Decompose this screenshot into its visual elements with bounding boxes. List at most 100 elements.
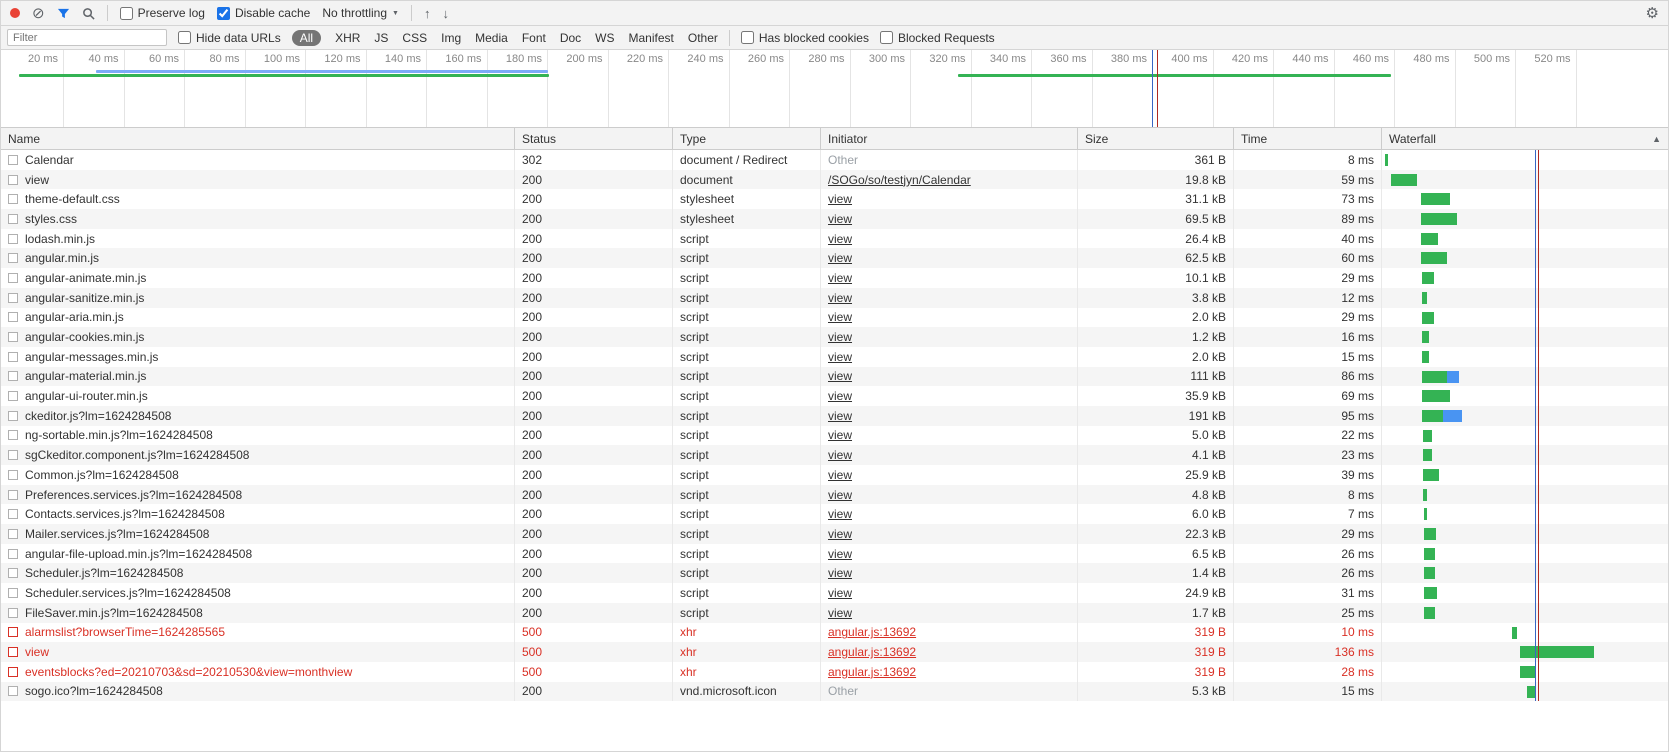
table-row[interactable]: angular-animate.min.js200scriptview10.1 … [1, 268, 1668, 288]
column-header-time[interactable]: Time [1234, 128, 1382, 149]
name-cell[interactable]: lodash.min.js [1, 229, 515, 249]
name-cell[interactable]: Scheduler.services.js?lm=1624284508 [1, 583, 515, 603]
name-cell[interactable]: ckeditor.js?lm=1624284508 [1, 406, 515, 426]
type-filter-other[interactable]: Other [688, 31, 718, 45]
initiator-link[interactable]: view [828, 212, 852, 226]
has-blocked-cookies-input[interactable] [741, 31, 754, 44]
name-cell[interactable]: angular-file-upload.min.js?lm=1624284508 [1, 544, 515, 564]
preserve-log-input[interactable] [120, 7, 133, 20]
disable-cache-checkbox[interactable]: Disable cache [217, 6, 310, 20]
name-cell[interactable]: Common.js?lm=1624284508 [1, 465, 515, 485]
initiator-link[interactable]: view [828, 330, 852, 344]
initiator-link[interactable]: /SOGo/so/testjyn/Calendar [828, 173, 971, 187]
name-cell[interactable]: view [1, 170, 515, 190]
column-header-name[interactable]: Name [1, 128, 515, 149]
name-cell[interactable]: styles.css [1, 209, 515, 229]
initiator-link[interactable]: view [828, 251, 852, 265]
hide-data-urls-checkbox[interactable]: Hide data URLs [178, 31, 281, 45]
hide-data-urls-input[interactable] [178, 31, 191, 44]
table-row[interactable]: Calendar302document / RedirectOther361 B… [1, 150, 1668, 170]
column-header-status[interactable]: Status [515, 128, 673, 149]
table-row[interactable]: sgCkeditor.component.js?lm=1624284508200… [1, 445, 1668, 465]
column-header-waterfall[interactable]: Waterfall▲ [1382, 128, 1668, 149]
table-row[interactable]: alarmslist?browserTime=1624285565500xhra… [1, 623, 1668, 643]
name-cell[interactable]: angular-material.min.js [1, 367, 515, 387]
column-header-initiator[interactable]: Initiator [821, 128, 1078, 149]
name-cell[interactable]: Scheduler.js?lm=1624284508 [1, 563, 515, 583]
initiator-link[interactable]: view [828, 409, 852, 423]
throttling-dropdown[interactable]: No throttling ▼ [322, 6, 399, 20]
name-cell[interactable]: angular-cookies.min.js [1, 327, 515, 347]
table-row[interactable]: angular-ui-router.min.js200scriptview35.… [1, 386, 1668, 406]
clear-icon[interactable]: ⊘ [32, 6, 45, 21]
search-icon[interactable] [82, 7, 95, 20]
initiator-link[interactable]: view [828, 428, 852, 442]
initiator-link[interactable]: view [828, 566, 852, 580]
initiator-link[interactable]: view [828, 488, 852, 502]
table-row[interactable]: angular-file-upload.min.js?lm=1624284508… [1, 544, 1668, 564]
table-row[interactable]: sogo.ico?lm=1624284508200vnd.microsoft.i… [1, 682, 1668, 702]
table-row[interactable]: Common.js?lm=1624284508200scriptview25.9… [1, 465, 1668, 485]
name-cell[interactable]: Calendar [1, 150, 515, 170]
table-row[interactable]: angular.min.js200scriptview62.5 kB60 ms [1, 248, 1668, 268]
column-header-type[interactable]: Type [673, 128, 821, 149]
type-filter-js[interactable]: JS [374, 31, 388, 45]
type-filter-img[interactable]: Img [441, 31, 461, 45]
initiator-link[interactable]: angular.js:13692 [828, 625, 916, 639]
type-filter-manifest[interactable]: Manifest [629, 31, 674, 45]
initiator-link[interactable]: view [828, 527, 852, 541]
name-cell[interactable]: Contacts.services.js?lm=1624284508 [1, 504, 515, 524]
table-row[interactable]: angular-sanitize.min.js200scriptview3.8 … [1, 288, 1668, 308]
initiator-link[interactable]: view [828, 507, 852, 521]
name-cell[interactable]: angular-sanitize.min.js [1, 288, 515, 308]
filter-icon[interactable] [57, 7, 70, 20]
table-row[interactable]: view200document/SOGo/so/testjyn/Calendar… [1, 170, 1668, 190]
initiator-link[interactable]: view [828, 310, 852, 324]
table-row[interactable]: angular-cookies.min.js200scriptview1.2 k… [1, 327, 1668, 347]
type-filter-media[interactable]: Media [475, 31, 508, 45]
name-cell[interactable]: angular-aria.min.js [1, 308, 515, 328]
initiator-link[interactable]: view [828, 232, 852, 246]
preserve-log-checkbox[interactable]: Preserve log [120, 6, 205, 20]
initiator-link[interactable]: view [828, 291, 852, 305]
table-row[interactable]: Scheduler.js?lm=1624284508200scriptview1… [1, 563, 1668, 583]
table-row[interactable]: lodash.min.js200scriptview26.4 kB40 ms [1, 229, 1668, 249]
type-filter-css[interactable]: CSS [402, 31, 427, 45]
name-cell[interactable]: alarmslist?browserTime=1624285565 [1, 623, 515, 643]
table-row[interactable]: FileSaver.min.js?lm=1624284508200scriptv… [1, 603, 1668, 623]
name-cell[interactable]: Mailer.services.js?lm=1624284508 [1, 524, 515, 544]
name-cell[interactable]: theme-default.css [1, 189, 515, 209]
import-har-icon[interactable]: ↑ [424, 7, 431, 20]
table-row[interactable]: Contacts.services.js?lm=1624284508200scr… [1, 504, 1668, 524]
initiator-link[interactable]: view [828, 192, 852, 206]
table-row[interactable]: angular-material.min.js200scriptview111 … [1, 367, 1668, 387]
table-row[interactable]: styles.css200stylesheetview69.5 kB89 ms [1, 209, 1668, 229]
name-cell[interactable]: angular-messages.min.js [1, 347, 515, 367]
name-cell[interactable]: ng-sortable.min.js?lm=1624284508 [1, 426, 515, 446]
initiator-link[interactable]: view [828, 389, 852, 403]
blocked-requests-checkbox[interactable]: Blocked Requests [880, 31, 995, 45]
initiator-link[interactable]: angular.js:13692 [828, 645, 916, 659]
disable-cache-input[interactable] [217, 7, 230, 20]
type-filter-xhr[interactable]: XHR [335, 31, 360, 45]
has-blocked-cookies-checkbox[interactable]: Has blocked cookies [741, 31, 869, 45]
type-filter-font[interactable]: Font [522, 31, 546, 45]
filter-input[interactable] [7, 29, 167, 46]
table-row[interactable]: ckeditor.js?lm=1624284508200scriptview19… [1, 406, 1668, 426]
blocked-requests-input[interactable] [880, 31, 893, 44]
initiator-link[interactable]: view [828, 468, 852, 482]
initiator-link[interactable]: view [828, 547, 852, 561]
table-row[interactable]: Preferences.services.js?lm=1624284508200… [1, 485, 1668, 505]
type-filter-ws[interactable]: WS [595, 31, 614, 45]
name-cell[interactable]: Preferences.services.js?lm=1624284508 [1, 485, 515, 505]
settings-gear-icon[interactable]: ⚙ [1646, 6, 1659, 21]
record-icon[interactable] [10, 8, 20, 18]
name-cell[interactable]: angular-ui-router.min.js [1, 386, 515, 406]
table-row[interactable]: ng-sortable.min.js?lm=1624284508200scrip… [1, 426, 1668, 446]
type-filter-doc[interactable]: Doc [560, 31, 581, 45]
name-cell[interactable]: angular-animate.min.js [1, 268, 515, 288]
table-row[interactable]: angular-messages.min.js200scriptview2.0 … [1, 347, 1668, 367]
table-row[interactable]: view500xhrangular.js:13692319 B136 ms [1, 642, 1668, 662]
name-cell[interactable]: FileSaver.min.js?lm=1624284508 [1, 603, 515, 623]
initiator-link[interactable]: view [828, 271, 852, 285]
